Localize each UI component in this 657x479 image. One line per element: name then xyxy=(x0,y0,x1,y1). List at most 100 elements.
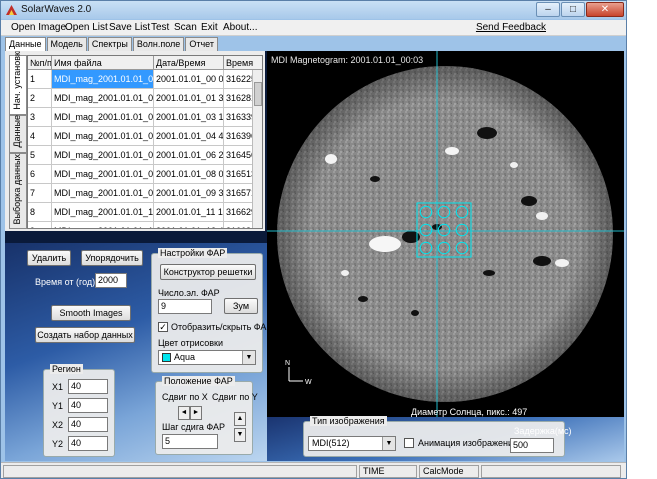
tab-data[interactable]: Данные xyxy=(5,37,46,52)
vtab-data-selection[interactable]: Выборка данных xyxy=(9,153,27,229)
table-row[interactable]: 2MDI_mag_2001.01.01_01 362001.01.01_01 3… xyxy=(28,89,262,108)
far-count-label: Число.эл. ФАР xyxy=(158,288,220,298)
menu-save-list[interactable]: Save List xyxy=(109,22,150,33)
cell-filename[interactable]: MDI_mag_2001.01.01_04 48 xyxy=(52,127,154,146)
cell-datetime[interactable]: 2001.01.01_00 03 xyxy=(154,70,224,89)
smooth-images-button[interactable]: Smooth Images xyxy=(51,305,131,321)
sort-button[interactable]: Упорядочить xyxy=(81,250,143,266)
shift-x-label: Сдвиг по X xyxy=(162,392,208,402)
cell-number[interactable]: 6 xyxy=(28,165,52,184)
chevron-down-icon[interactable]: ▼ xyxy=(242,351,255,364)
table-row[interactable]: 8MDI_mag_2001.01.01_11 152001.01.01_11 1… xyxy=(28,203,262,222)
vtab-data[interactable]: Данные xyxy=(9,115,27,153)
menu-scan[interactable]: Scan xyxy=(174,22,197,33)
cell-filename[interactable]: MDI_mag_2001.01.01_00 03 xyxy=(52,70,154,89)
cell-number[interactable]: 9 xyxy=(28,222,52,228)
x1-input[interactable]: 40 xyxy=(68,379,108,394)
menu-open-list[interactable]: Open List xyxy=(65,22,108,33)
cell-number[interactable]: 3 xyxy=(28,108,52,127)
magnetogram-canvas[interactable]: N W xyxy=(267,51,624,417)
cell-number[interactable]: 8 xyxy=(28,203,52,222)
menu-open-image[interactable]: Open Image xyxy=(11,22,66,33)
show-far-label: Отобразить/скрыть ФАР xyxy=(171,322,273,332)
send-feedback-link[interactable]: Send Feedback xyxy=(476,22,546,33)
tab-model[interactable]: Модель xyxy=(46,37,87,51)
close-button[interactable]: ✕ xyxy=(586,2,624,17)
region-group: Регион X1 40 Y1 40 X2 40 Y2 40 xyxy=(43,364,115,457)
time-from-input[interactable]: 2000 xyxy=(95,273,127,288)
cell-filename[interactable]: MDI_mag_2001.01.01_01 36 xyxy=(52,89,154,108)
menu-about[interactable]: About... xyxy=(223,22,257,33)
tab-wave-field[interactable]: Волн.поле xyxy=(132,37,185,51)
show-far-checkbox[interactable]: ✓ xyxy=(158,322,168,332)
step-input[interactable]: 5 xyxy=(162,434,218,449)
cell-datetime[interactable]: 2001.01.01_03 12 xyxy=(154,108,224,127)
region-title: Регион xyxy=(50,364,83,374)
shift-up-button[interactable]: ▲ xyxy=(234,412,246,426)
minimize-button[interactable]: – xyxy=(536,2,560,17)
grid-scrollbar[interactable] xyxy=(252,70,262,228)
tab-report[interactable]: Отчет xyxy=(185,37,218,51)
cell-number[interactable]: 2 xyxy=(28,89,52,108)
title-bar[interactable]: SolarWaves 2.0 – □ ✕ xyxy=(1,1,626,19)
cell-datetime[interactable]: 2001.01.01_12 48 xyxy=(154,222,224,228)
create-dataset-button[interactable]: Создать набор данных xyxy=(35,327,135,343)
far-count-input[interactable]: 9 xyxy=(158,299,212,314)
shift-right-button[interactable]: ► xyxy=(190,406,202,420)
controls-panel: Удалить Упорядочить Время от (год) 2000 … xyxy=(5,243,272,461)
cell-filename[interactable]: MDI_mag_2001.01.01_03 12 xyxy=(52,108,154,127)
draw-color-select[interactable]: Aqua ▼ xyxy=(158,350,256,365)
column-header-time[interactable]: Время xyxy=(224,56,262,70)
table-row[interactable]: 4MDI_mag_2001.01.01_04 482001.01.01_04 4… xyxy=(28,127,262,146)
cell-filename[interactable]: MDI_mag_2001.01.01_12 48 xyxy=(52,222,154,228)
cell-filename[interactable]: MDI_mag_2001.01.01_11 15 xyxy=(52,203,154,222)
cell-filename[interactable]: MDI_mag_2001.01.01_06 27 xyxy=(52,146,154,165)
column-header-datetime[interactable]: Дата/Время xyxy=(154,56,224,70)
column-header-number[interactable]: №п/п xyxy=(28,56,52,70)
delete-button[interactable]: Удалить xyxy=(27,250,71,266)
vtab-label: Данные xyxy=(12,115,22,148)
menu-exit[interactable]: Exit xyxy=(201,22,218,33)
zoom-button[interactable]: Зум xyxy=(224,298,258,314)
y1-input[interactable]: 40 xyxy=(68,398,108,413)
magnetogram-viewer[interactable]: N W MDI Magnetogram: 2001.01.01_00:03 Ди… xyxy=(267,51,624,417)
far-position-title: Положение ФАР xyxy=(162,376,235,386)
cell-number[interactable]: 5 xyxy=(28,146,52,165)
cell-number[interactable]: 4 xyxy=(28,127,52,146)
cell-datetime[interactable]: 2001.01.01_11 15 xyxy=(154,203,224,222)
cell-datetime[interactable]: 2001.01.01_08 03 xyxy=(154,165,224,184)
menu-test[interactable]: Test xyxy=(151,22,169,33)
cell-datetime[interactable]: 2001.01.01_01 36 xyxy=(154,89,224,108)
vtab-initial-settings[interactable]: Нач. установки xyxy=(9,51,27,115)
chevron-down-icon[interactable]: ▼ xyxy=(382,437,395,450)
cell-datetime[interactable]: 2001.01.01_04 48 xyxy=(154,127,224,146)
tab-spectra[interactable]: Спектры xyxy=(87,37,132,51)
scrollbar-thumb[interactable] xyxy=(254,82,262,106)
magnetogram-caption: MDI Magnetogram: 2001.01.01_00:03 xyxy=(271,55,424,65)
cell-filename[interactable]: MDI_mag_2001.01.01_09 39 xyxy=(52,184,154,203)
table-row[interactable]: 9MDI_mag_2001.01.01_12 482001.01.01_12 4… xyxy=(28,222,262,228)
y2-input[interactable]: 40 xyxy=(68,436,108,451)
x2-input[interactable]: 40 xyxy=(68,417,108,432)
table-row[interactable]: 1MDI_mag_2001.01.01_00 032001.01.01_00 0… xyxy=(28,70,262,89)
table-row[interactable]: 7MDI_mag_2001.01.01_09 392001.01.01_09 3… xyxy=(28,184,262,203)
grid-header: №п/п Имя файла Дата/Время Время xyxy=(28,56,262,70)
cell-number[interactable]: 1 xyxy=(28,70,52,89)
animation-checkbox[interactable] xyxy=(404,438,414,448)
cell-datetime[interactable]: 2001.01.01_06 27 xyxy=(154,146,224,165)
delay-input[interactable]: 500 xyxy=(510,438,554,453)
cell-filename[interactable]: MDI_mag_2001.01.01_08 03 xyxy=(52,165,154,184)
file-grid[interactable]: №п/п Имя файла Дата/Время Время 1 MDI_mag… xyxy=(27,55,263,229)
grid-constructor-button[interactable]: Конструктор решетки xyxy=(160,264,256,280)
table-row[interactable]: 5MDI_mag_2001.01.01_06 272001.01.01_06 2… xyxy=(28,146,262,165)
app-logo-icon xyxy=(6,5,17,15)
cell-datetime[interactable]: 2001.01.01_09 39 xyxy=(154,184,224,203)
maximize-button[interactable]: □ xyxy=(561,2,585,17)
table-row[interactable]: 6MDI_mag_2001.01.01_08 032001.01.01_08 0… xyxy=(28,165,262,184)
cell-number[interactable]: 7 xyxy=(28,184,52,203)
image-type-select[interactable]: MDI(512) ▼ xyxy=(308,436,396,451)
shift-left-button[interactable]: ◄ xyxy=(178,406,190,420)
shift-down-button[interactable]: ▼ xyxy=(234,428,246,442)
table-row[interactable]: 3MDI_mag_2001.01.01_03 122001.01.01_03 1… xyxy=(28,108,262,127)
column-header-filename[interactable]: Имя файла xyxy=(52,56,154,70)
